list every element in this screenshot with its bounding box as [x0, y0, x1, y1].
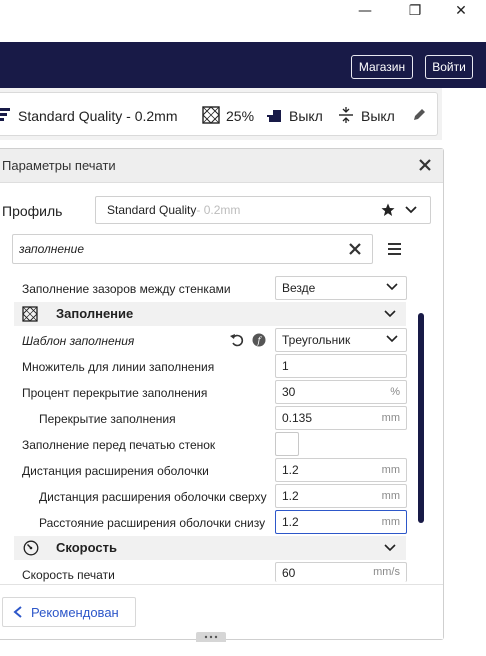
infill-section-title: Заполнение — [56, 306, 134, 321]
speed-section-header[interactable]: Скорость — [14, 536, 406, 560]
profile-label: Профиль — [2, 203, 63, 219]
print-setup-selector[interactable]: Standard Quality - 0.2mm 25% Выкл Выкл — [0, 92, 438, 136]
chevron-down-icon — [405, 206, 417, 214]
overlap-percent-label: Процент перекрытие заполнения — [22, 386, 208, 400]
skin-expand-input[interactable]: 1.2 mm — [275, 458, 407, 482]
app-header: Магазин Войти — [0, 42, 486, 88]
skin-expand-bottom-label: Расстояние расширения оболочки снизу — [39, 516, 266, 530]
profile-icon — [0, 108, 10, 121]
chevron-down-icon — [386, 335, 398, 343]
reset-icon[interactable] — [230, 333, 244, 347]
infill-section-header[interactable]: Заполнение — [14, 302, 406, 326]
skin-expand-top-input[interactable]: 1.2 mm — [275, 484, 407, 508]
infill-pattern-value: Треугольник — [282, 333, 351, 347]
gap-fill-value: Везде — [282, 281, 316, 295]
minimize-icon: — — [358, 3, 372, 19]
adhesion-icon — [339, 107, 353, 123]
skin-expand-top-label: Дистанция расширения оболочки сверху — [39, 490, 267, 504]
support-value: Выкл — [289, 108, 323, 124]
edit-pencil-icon[interactable] — [412, 108, 426, 122]
settings-menu-icon[interactable] — [388, 243, 401, 255]
close-panel-icon[interactable] — [419, 159, 431, 171]
maximize-button[interactable]: ❐ — [392, 0, 438, 22]
print-speed-unit: mm/s — [373, 566, 400, 578]
infill-before-walls-checkbox[interactable] — [275, 432, 299, 456]
chevron-down-icon — [386, 283, 398, 291]
overlap-percent-value: 30 — [282, 385, 296, 399]
infill-before-walls-label: Заполнение перед печатью стенок — [22, 438, 216, 452]
chevron-left-icon — [13, 606, 22, 618]
skin-expand-top-value: 1.2 — [282, 489, 299, 503]
chevron-down-icon — [384, 544, 396, 552]
overlap-input[interactable]: 0.135 mm — [275, 406, 407, 430]
line-multiplier-input[interactable]: 1 — [275, 354, 407, 378]
drag-dots-icon — [204, 635, 218, 639]
skin-expand-bottom-input[interactable]: 1.2 mm — [275, 510, 407, 534]
support-icon — [267, 110, 281, 122]
profile-suffix: - 0.2mm — [196, 203, 241, 217]
print-speed-value: 60 — [282, 565, 296, 580]
panel-title: Параметры печати — [2, 158, 116, 173]
window-titlebar: — ❐ ✕ — [0, 0, 486, 42]
print-speed-input[interactable]: 60 mm/s — [275, 562, 407, 582]
store-button[interactable]: Магазин — [351, 55, 413, 79]
profile-name: Standard Quality — [107, 203, 197, 217]
login-button[interactable]: Войти — [425, 55, 473, 79]
infill-icon — [22, 306, 38, 322]
profile-dropdown[interactable]: Standard Quality - 0.2mm — [95, 196, 431, 224]
settings-scrollbar[interactable] — [418, 313, 424, 523]
quality-profile-text: Standard Quality - 0.2mm — [18, 108, 178, 124]
adhesion-value: Выкл — [361, 108, 395, 124]
close-window-button[interactable]: ✕ — [438, 0, 484, 22]
skin-expand-bottom-unit: mm — [381, 516, 400, 528]
search-value: заполнение — [19, 242, 84, 256]
favorite-star-icon[interactable] — [381, 203, 395, 217]
settings-search-input[interactable]: заполнение — [12, 234, 373, 264]
infill-icon — [202, 106, 220, 124]
skin-expand-bottom-value: 1.2 — [282, 515, 299, 529]
overlap-value: 0.135 — [282, 411, 313, 425]
inherit-function-icon[interactable]: f — [252, 333, 266, 347]
line-multiplier-value: 1 — [282, 359, 289, 373]
recommended-label: Рекомендован — [31, 604, 119, 620]
skin-expand-label: Дистанция расширения оболочки — [22, 464, 209, 478]
overlap-percent-unit: % — [390, 386, 400, 398]
panel-footer: Рекомендован — [0, 584, 443, 639]
skin-expand-value: 1.2 — [282, 463, 299, 477]
maximize-icon: ❐ — [408, 3, 422, 19]
login-label: Войти — [432, 60, 466, 74]
minimize-button[interactable]: — — [342, 0, 388, 22]
clear-search-icon[interactable] — [349, 243, 361, 255]
speed-section-title: Скорость — [56, 540, 117, 555]
overlap-unit: mm — [381, 412, 400, 424]
infill-pattern-label: Шаблон заполнения — [22, 334, 135, 348]
infill-pattern-dropdown[interactable]: Треугольник — [275, 328, 407, 352]
chevron-down-icon — [384, 310, 396, 318]
line-multiplier-label: Множитель для линии заполнения — [22, 360, 215, 374]
infill-value: 25% — [226, 108, 255, 124]
store-label: Магазин — [358, 60, 406, 74]
overlap-label: Перекрытие заполнения — [39, 412, 176, 426]
skin-expand-unit: mm — [381, 464, 400, 476]
skin-expand-top-unit: mm — [381, 490, 400, 502]
overlap-percent-input[interactable]: 30 % — [275, 380, 407, 404]
gap-fill-dropdown[interactable]: Везде — [275, 276, 407, 300]
print-speed-label: Скорость печати — [22, 568, 115, 582]
speed-gauge-icon — [23, 540, 39, 556]
recommended-button[interactable]: Рекомендован — [2, 597, 136, 627]
panel-header: Параметры печати — [0, 149, 443, 183]
close-icon: ✕ — [455, 3, 467, 19]
panel-resize-handle[interactable] — [196, 632, 226, 642]
gap-fill-label: Заполнение зазоров между стенками — [22, 282, 231, 296]
